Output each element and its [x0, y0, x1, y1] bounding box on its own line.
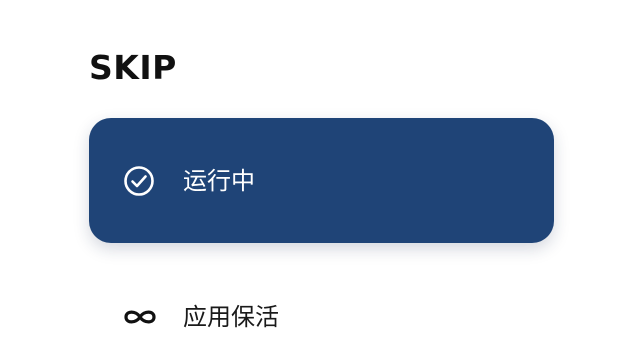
- page: SKIP 运行中 应用保活: [0, 0, 640, 360]
- menu-item-label: 应用保活: [183, 303, 279, 331]
- app-title: SKIP: [89, 48, 177, 87]
- menu-item-keepalive[interactable]: 应用保活: [89, 290, 554, 346]
- infinity-icon: [124, 310, 156, 324]
- check-circle-icon: [124, 166, 154, 196]
- status-label: 运行中: [183, 167, 255, 195]
- status-card[interactable]: 运行中: [89, 118, 554, 243]
